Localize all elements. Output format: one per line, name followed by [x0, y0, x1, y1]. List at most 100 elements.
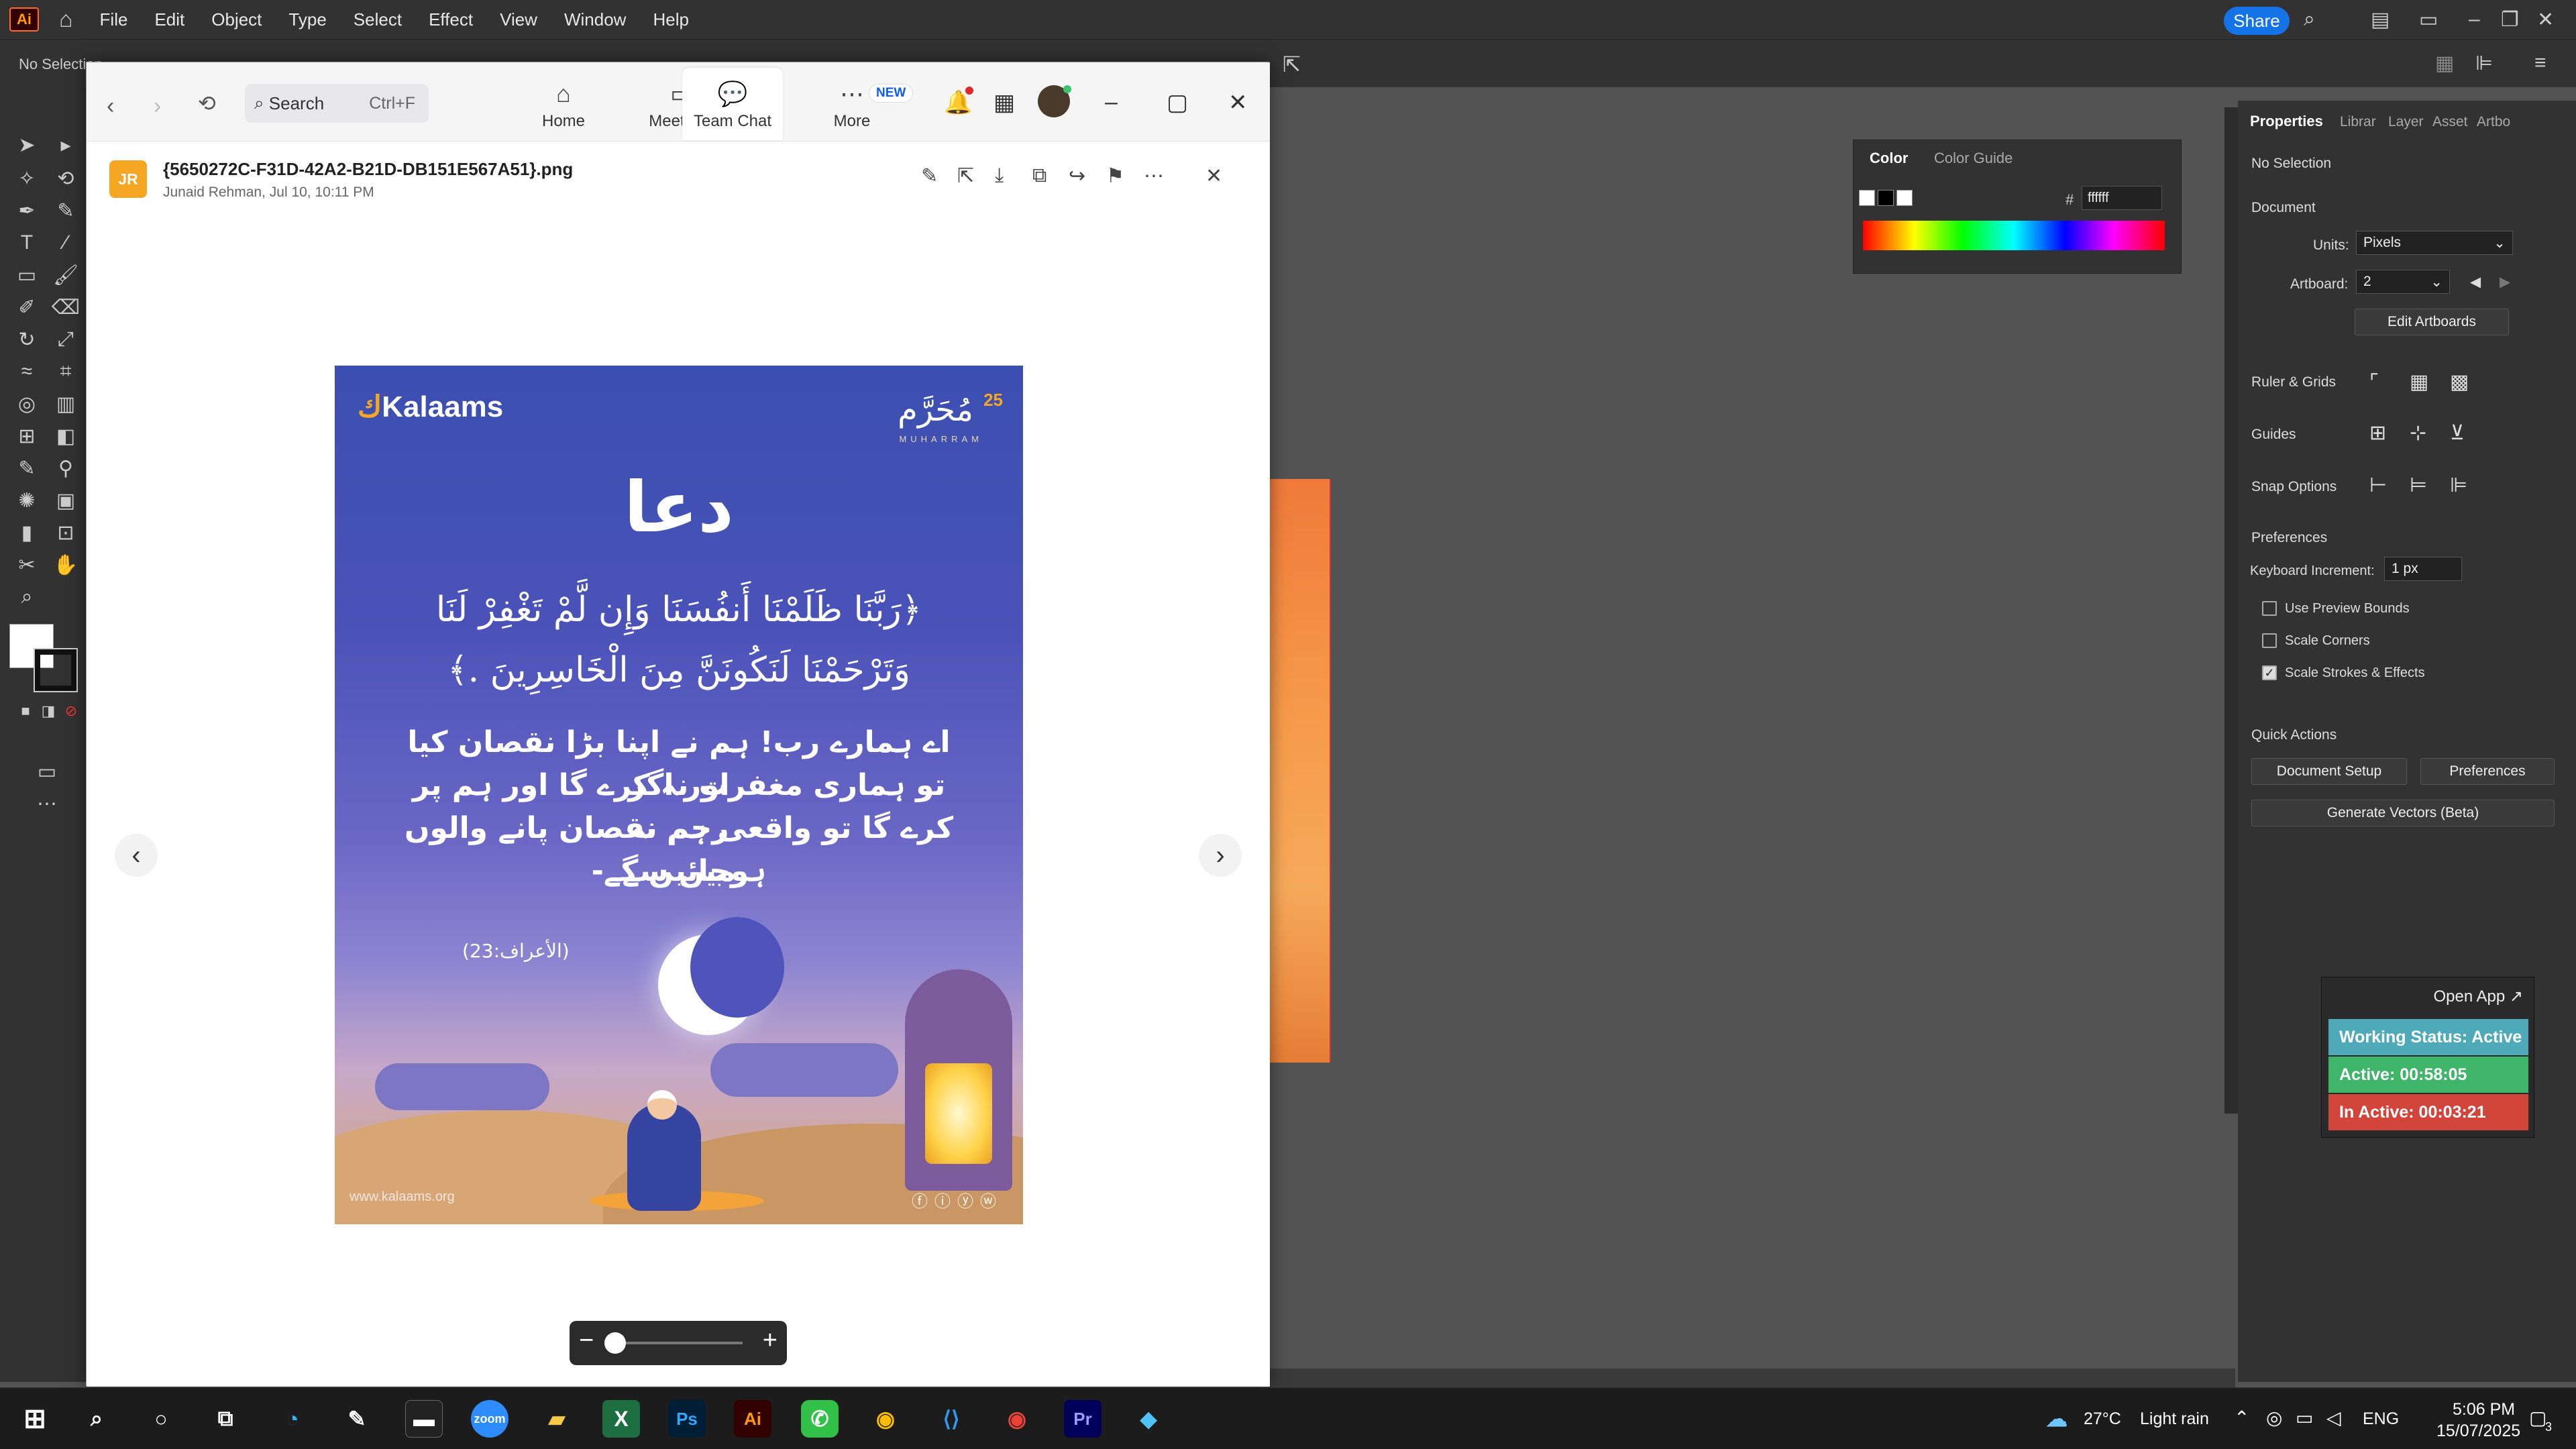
color-spectrum[interactable]	[1863, 221, 2165, 250]
hand-tool-icon[interactable]: ✋	[52, 551, 79, 578]
premiere-icon[interactable]: Pr	[1064, 1400, 1102, 1438]
shape-builder-icon[interactable]: ◎	[13, 390, 40, 417]
rotate-tool-icon[interactable]: ↻	[13, 326, 40, 353]
clock-time[interactable]: 5:06 PM	[2453, 1400, 2515, 1419]
white-swatch[interactable]	[1896, 190, 1913, 206]
chevron-up-icon[interactable]: ⌃	[2234, 1407, 2249, 1429]
menu-select[interactable]: Select	[354, 9, 402, 30]
smart-guides-icon[interactable]: ⊻	[2450, 421, 2465, 445]
green-app-icon[interactable]: ✆	[801, 1400, 839, 1438]
search-icon[interactable]: ⌕	[78, 1400, 115, 1438]
weather-temp[interactable]: 27°C	[2084, 1409, 2121, 1429]
type-tool-icon[interactable]: T	[13, 229, 40, 256]
windows-start-icon[interactable]: ⊞	[16, 1400, 54, 1438]
file-explorer-icon[interactable]: ▰	[538, 1400, 576, 1438]
align-icon[interactable]: ⊫	[2475, 52, 2493, 75]
stroke-swatch[interactable]	[34, 648, 78, 692]
black-swatch[interactable]	[1878, 190, 1894, 206]
zoom-in-icon[interactable]: +	[763, 1326, 777, 1355]
warp-tool-icon[interactable]: ≈	[13, 358, 40, 385]
selection-tool-icon[interactable]: ➤	[13, 131, 40, 158]
curvature-tool-icon[interactable]: ✎	[52, 197, 79, 224]
snap-point-icon[interactable]: ⊢	[2369, 474, 2387, 497]
generate-vectors-button[interactable]: Generate Vectors (Beta)	[2251, 800, 2555, 826]
canvas-area[interactable]	[1269, 87, 2235, 1382]
menu-edit[interactable]: Edit	[154, 9, 184, 30]
document-setup-button[interactable]: Document Setup	[2251, 758, 2407, 785]
eraser-icon[interactable]: ⌫	[52, 294, 80, 321]
show-guides-icon[interactable]: ⊞	[2369, 421, 2386, 445]
color-tab[interactable]: Color	[1870, 150, 1908, 167]
color-guide-tab[interactable]: Color Guide	[1934, 150, 2012, 167]
bookmark-icon[interactable]: ⚑	[1106, 164, 1124, 188]
chrome-profile-icon[interactable]: ◉	[998, 1400, 1036, 1438]
minimize-icon[interactable]: –	[2469, 8, 2480, 31]
lasso-icon[interactable]: ⟲	[52, 165, 79, 192]
line-tool-icon[interactable]: ⁄	[52, 229, 79, 256]
artboard-select[interactable]: 2 ⌄	[2356, 270, 2450, 294]
previous-image-icon[interactable]: ‹	[115, 834, 158, 877]
close-icon[interactable]: ✕	[1228, 89, 1248, 116]
history-icon[interactable]: ⟲	[198, 91, 216, 116]
download-icon[interactable]: ⤓	[995, 164, 1004, 187]
menu-help[interactable]: Help	[653, 9, 688, 30]
use-preview-bounds-checkbox[interactable]	[2262, 601, 2277, 616]
gradient-tool-icon[interactable]: ◧	[52, 423, 79, 449]
task-view-icon[interactable]: ⧉	[207, 1400, 244, 1438]
zoom-out-icon[interactable]: −	[579, 1326, 594, 1355]
search-icon[interactable]: ⌕	[2304, 8, 2315, 31]
snap-pixel-icon[interactable]: ⊫	[2450, 474, 2467, 497]
meet-now-icon[interactable]: ◎	[2266, 1407, 2282, 1429]
symbol-sprayer-icon[interactable]: ✺	[13, 487, 40, 514]
open-app-link[interactable]: Open App ↗	[2433, 987, 2523, 1006]
vscode-icon[interactable]: ⟨⟩	[932, 1400, 970, 1438]
magic-wand-icon[interactable]: ✧	[13, 165, 40, 192]
next-artboard-icon[interactable]: ▶	[2500, 274, 2510, 290]
scale-tool-icon[interactable]: ⤢	[52, 326, 79, 353]
minimize-icon[interactable]: –	[1105, 89, 1118, 115]
lock-guides-icon[interactable]: ⊹	[2410, 421, 2426, 445]
more-tools-icon[interactable]: ⋯	[34, 790, 60, 817]
rectangle-tool-icon[interactable]: ▭	[13, 262, 40, 288]
layers-tab[interactable]: Layer	[2388, 114, 2424, 130]
pen-tool-icon[interactable]: ✒	[13, 197, 40, 224]
menu-view[interactable]: View	[500, 9, 537, 30]
libraries-tab[interactable]: Librar	[2340, 114, 2376, 130]
arrange-icon[interactable]: ▦	[2435, 52, 2454, 75]
open-external-icon[interactable]: ⇱	[957, 164, 974, 188]
language-indicator[interactable]: ENG	[2363, 1409, 2399, 1429]
share-document-icon[interactable]: ⇱	[1283, 52, 1301, 77]
shaper-tool-icon[interactable]: ✐	[13, 294, 40, 321]
calendar-icon[interactable]: ▦	[994, 89, 1015, 116]
tab-more[interactable]: ⋯ More NEW	[802, 68, 914, 140]
weather-desc[interactable]: Light rain	[2140, 1409, 2209, 1429]
horizontal-scrollbar[interactable]	[1269, 1368, 2235, 1387]
artboards-tab[interactable]: Artbo	[2477, 114, 2510, 130]
keyboard-increment-input[interactable]: 1 px	[2384, 557, 2462, 581]
zoom-tool-icon[interactable]: ⌕	[13, 584, 40, 610]
weather-icon[interactable]: ☁	[2038, 1400, 2076, 1438]
column-graph-icon[interactable]: ▣	[52, 487, 79, 514]
menu-file[interactable]: File	[100, 9, 128, 30]
volume-icon[interactable]: ◁	[2326, 1407, 2341, 1429]
none-swatch-icon[interactable]: ⊘	[58, 698, 85, 724]
none-fill-swatch[interactable]	[1859, 190, 1875, 206]
hex-input[interactable]: ffffff	[2082, 186, 2162, 210]
clock-date[interactable]: 15/07/2025	[2436, 1421, 2520, 1441]
paintbrush-icon[interactable]: 🖌	[52, 262, 79, 288]
tab-team-chat[interactable]: 💬 Team Chat	[682, 68, 783, 140]
slice-tool-icon[interactable]: ✂	[13, 551, 40, 578]
chrome-icon[interactable]: ◉	[867, 1400, 904, 1438]
copy-icon[interactable]: ⧉	[1032, 164, 1046, 187]
workspace-icon[interactable]: ▤	[2371, 8, 2390, 32]
excel-icon[interactable]: X	[602, 1400, 640, 1438]
close-icon[interactable]: ✕	[2537, 8, 2554, 32]
next-image-icon[interactable]: ›	[1199, 834, 1242, 877]
search-input[interactable]: ⌕ Search Ctrl+F	[245, 84, 429, 123]
more-options-icon[interactable]: ≡	[2534, 52, 2546, 74]
snap-grid-icon[interactable]: ⊨	[2410, 474, 2427, 497]
app-diamond-icon[interactable]: ◆	[1130, 1400, 1167, 1438]
network-icon[interactable]: ▭	[2296, 1407, 2313, 1429]
tab-home[interactable]: ⌂ Home	[513, 68, 614, 140]
zoom-track[interactable]	[611, 1342, 743, 1344]
